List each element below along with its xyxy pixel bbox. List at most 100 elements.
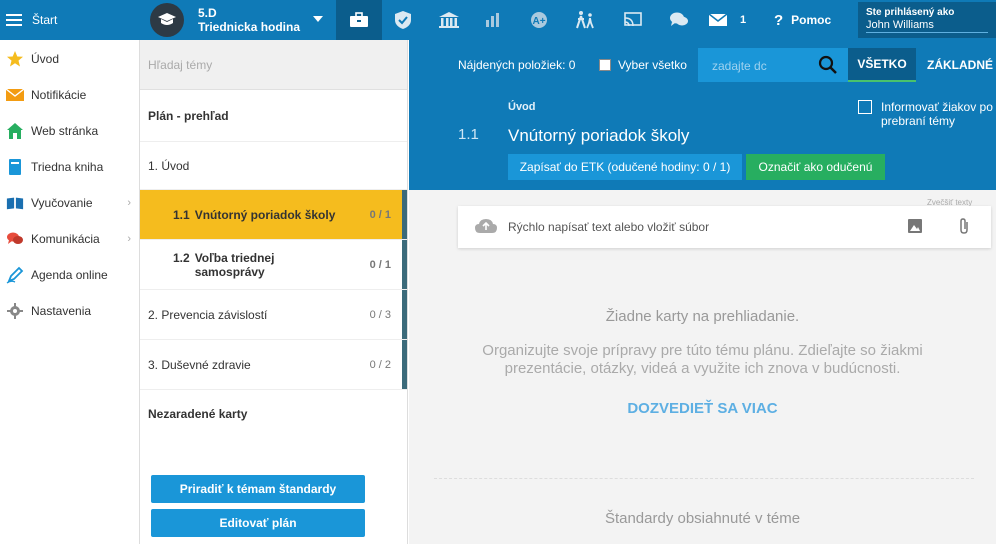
section-label: 2. Prevencia závislostí (148, 307, 268, 322)
pen-icon (6, 266, 24, 284)
topic-indicator (402, 190, 407, 239)
topic-header: Nájdených položiek: 0 Vyber všetko zadaj… (409, 40, 996, 190)
messages-button[interactable]: 1 (708, 0, 746, 40)
envelope-icon (6, 86, 24, 104)
chevron-right-icon: › (127, 233, 131, 245)
user-name: John Williams (866, 19, 988, 33)
assign-standards-button[interactable]: Priradiť k témam štandardy (151, 475, 365, 503)
section-uvod[interactable]: 1. Úvod (140, 142, 407, 190)
select-all-checkbox[interactable]: Vyber všetko (599, 58, 687, 72)
topic-item-active[interactable]: 1.1 Vnútorný poriadok školy 0 / 1 (140, 190, 407, 240)
help-button[interactable]: ? Pomoc (774, 0, 831, 40)
found-items-label: Nájdených položiek: 0 (458, 58, 576, 72)
caret-down-icon (313, 16, 323, 22)
page-title: Vnútorný poriadok školy (508, 126, 690, 145)
chat-icon (6, 230, 24, 248)
walking-students-icon[interactable] (562, 0, 608, 40)
hamburger-icon (6, 14, 22, 26)
sidebar-item-nastavenia[interactable]: Nastavenia (0, 293, 139, 329)
sidebar-item-notifikacie[interactable]: Notifikácie (0, 77, 139, 113)
write-etk-button[interactable]: Zapísať do ETK (odučené hodiny: 0 / 1) (508, 154, 742, 180)
section-dusevne-zdravie[interactable]: 3. Duševné zdravie 0 / 2 (140, 340, 407, 390)
edit-plan-button[interactable]: Editovať plán (151, 509, 365, 537)
checkbox[interactable] (858, 100, 872, 114)
grade-badge-icon[interactable]: A+ (516, 0, 562, 40)
main-content: Nájdených položiek: 0 Vyber všetko zadaj… (409, 40, 996, 544)
breadcrumb[interactable]: Úvod (508, 101, 536, 113)
inform-label-line1: Informovať žiakov po (881, 100, 993, 114)
chat-bubble-icon[interactable] (656, 0, 702, 40)
tab-all[interactable]: VŠETKO (848, 48, 916, 82)
inform-label-line2: prebraní témy (881, 114, 956, 128)
mark-taught-button[interactable]: Označiť ako odučenú (746, 154, 885, 180)
open-book-icon (6, 194, 24, 212)
sidebar-item-komunikacia[interactable]: Komunikácia › (0, 221, 139, 257)
start-label: Štart (32, 13, 58, 27)
topic-number: 1.1 (458, 126, 479, 143)
section-count: 0 / 3 (369, 308, 391, 321)
topic-number: 1.2 (173, 251, 190, 265)
gear-icon (6, 302, 24, 320)
section-prevencia[interactable]: 2. Prevencia závislostí 0 / 3 (140, 290, 407, 340)
topic-item[interactable]: 1.2 Voľba triednej samosprávy 0 / 1 (140, 240, 407, 290)
topic-label: Voľba triednej samosprávy (194, 251, 275, 279)
sidebar-item-vyucovanie[interactable]: Vyučovanie › (0, 185, 139, 221)
sidebar-item-label: Agenda online (31, 268, 108, 282)
help-label: Pomoc (791, 13, 832, 27)
institution-icon[interactable] (426, 0, 472, 40)
standards-heading: Štandardy obsiahnuté v téme (604, 510, 801, 527)
sidebar-item-web-stranka[interactable]: Web stránka (0, 113, 139, 149)
empty-state-description: Organizujte svoje prípravy pre túto tému… (482, 342, 923, 377)
section-indicator (402, 290, 407, 339)
sidebar-item-agenda-online[interactable]: Agenda online (0, 257, 139, 293)
section-label: 1. Úvod (148, 158, 190, 173)
cast-icon[interactable] (610, 0, 656, 40)
sidebar-item-triedna-kniha[interactable]: Triedna kniha (0, 149, 139, 185)
search-icon[interactable] (818, 55, 838, 78)
class-selector[interactable]: 5.D Triednicka hodina (150, 0, 335, 40)
sidebar-item-uvod[interactable]: Úvod (0, 41, 139, 77)
chevron-right-icon: › (127, 197, 131, 209)
class-subtitle: Triednicka hodina (198, 20, 301, 34)
search-placeholder: zadajte dc (712, 59, 767, 73)
quick-post-input[interactable]: Rýchlo napísať text alebo vložiť súbor (458, 206, 991, 248)
section-label: 3. Duševné zdravie (148, 357, 251, 372)
cloud-upload-icon[interactable] (474, 218, 498, 237)
topics-panel: Hľadaj témy Plán - prehľad 1. Úvod 1.1 V… (140, 40, 408, 544)
briefcase-icon[interactable] (336, 0, 382, 40)
sidebar-item-label: Web stránka (31, 124, 99, 138)
divider (434, 478, 974, 479)
envelope-icon (708, 13, 728, 26)
image-icon[interactable] (908, 219, 922, 236)
top-bar: Štart 5.D Triednicka hodina A+ 1 ? Pomoc… (0, 0, 996, 40)
quick-post-placeholder: Rýchlo napísať text alebo vložiť súbor (508, 220, 710, 234)
sidebar-item-label: Vyučovanie (31, 196, 93, 210)
sidebar-item-label: Triedna kniha (31, 160, 104, 174)
home-icon (6, 122, 24, 140)
tab-basic[interactable]: ZÁKLADNÉ (916, 48, 996, 82)
logged-in-label: Ste prihlásený ako (866, 7, 955, 18)
paperclip-icon[interactable] (958, 217, 970, 238)
sidebar-item-label: Nastavenia (31, 304, 92, 318)
checkbox[interactable] (599, 59, 611, 71)
start-menu-button[interactable]: Štart (0, 0, 138, 40)
filter-search-input[interactable]: zadajte dc (698, 48, 848, 82)
topic-label: Vnútorný poriadok školy (194, 207, 336, 222)
inform-students-checkbox[interactable]: Informovať žiakov po prebraní témy (858, 100, 993, 128)
shield-icon[interactable] (380, 0, 426, 40)
unsorted-cards-item[interactable]: Nezaradené karty (140, 390, 407, 438)
user-menu[interactable]: Ste prihlásený ako John Williams (858, 2, 996, 38)
bar-chart-icon[interactable] (470, 0, 516, 40)
plan-overview-label: Plán - prehľad (148, 108, 229, 123)
question-mark-icon: ? (774, 11, 784, 29)
section-count: 0 / 2 (369, 358, 391, 371)
section-indicator (402, 340, 407, 389)
select-all-label: Vyber všetko (618, 58, 687, 72)
learn-more-link[interactable]: DOZVEDIEŤ SA VIAC (409, 400, 996, 417)
plan-overview-item[interactable]: Plán - prehľad (140, 90, 407, 142)
topic-number: 1.1 (173, 207, 190, 222)
book-icon (6, 158, 24, 176)
topic-search-input[interactable]: Hľadaj témy (140, 40, 407, 90)
topic-indicator (402, 240, 407, 289)
sidebar-item-label: Komunikácia (31, 232, 100, 246)
